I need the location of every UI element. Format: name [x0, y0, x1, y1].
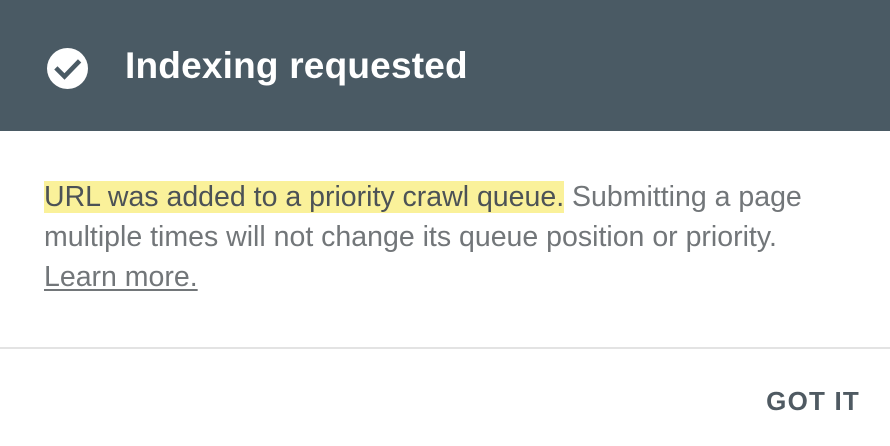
- dialog-header: Indexing requested: [0, 0, 890, 131]
- indexing-requested-dialog: Indexing requested URL was added to a pr…: [0, 0, 890, 446]
- got-it-button[interactable]: GOT IT: [766, 381, 860, 421]
- learn-more-link[interactable]: Learn more.: [44, 261, 198, 293]
- check-circle-icon: [46, 47, 89, 90]
- dialog-message: URL was added to a priority crawl queue.…: [44, 177, 854, 297]
- highlighted-message: URL was added to a priority crawl queue.: [44, 181, 565, 213]
- dialog-title: Indexing requested: [125, 45, 468, 86]
- dialog-divider: [0, 347, 890, 349]
